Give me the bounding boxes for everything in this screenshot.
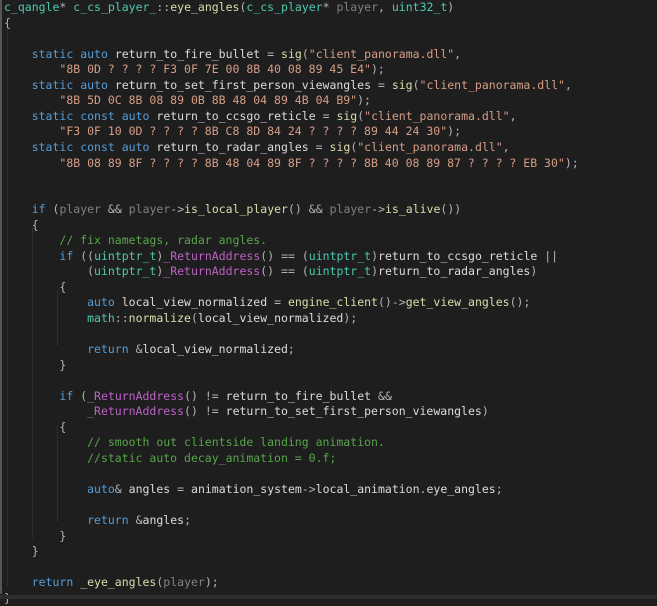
code-line[interactable]: } [4,529,66,544]
code-line[interactable]: if ((uintptr_t)_ReturnAddress() == (uint… [4,249,558,264]
horizontal-scrollbar[interactable] [0,595,657,599]
code-line[interactable]: } [4,544,39,559]
code-line[interactable]: (uintptr_t)_ReturnAddress() == (uintptr_… [4,264,537,279]
code-line[interactable]: // smooth out clientside landing animati… [4,435,385,450]
code-line[interactable]: static const auto return_to_ccsgo_reticl… [4,109,517,124]
code-line[interactable]: { [4,16,11,31]
code-line[interactable]: return _eye_angles(player); [4,575,219,590]
code-line[interactable]: if (_ReturnAddress() != return_to_fire_b… [4,389,391,404]
code-line[interactable]: { [4,218,39,233]
code-line[interactable]: "8B 08 89 8F ? ? ? ? 8B 48 04 89 8F ? ? … [4,156,578,171]
code-line[interactable]: "F3 0F 10 0D ? ? ? ? 8B C8 8D 84 24 ? ? … [4,124,461,139]
code-line[interactable]: "8B 0D ? ? ? ? F3 0F 7E 00 8B 40 08 89 4… [4,62,384,77]
code-line[interactable]: auto local_view_normalized = engine_clie… [4,295,530,310]
code-line[interactable]: //static auto decay_animation = 0.f; [4,451,336,466]
code-line[interactable]: static auto return_to_fire_bullet = sig(… [4,47,461,62]
code-line[interactable]: return &local_view_normalized; [4,342,295,357]
code-line[interactable]: "8B 5D 0C 8B 08 89 0B 8B 48 04 89 4B 04 … [4,93,371,108]
fold-marker [0,0,2,14]
code-line[interactable]: if (player && player->is_local_player() … [4,202,462,217]
code-line[interactable]: { [4,420,66,435]
code-line[interactable]: c_qangle* c_cs_player_::eye_angles(c_cs_… [4,0,454,15]
code-line[interactable]: math::normalize(local_view_normalized); [4,311,357,326]
code-line[interactable]: static const auto return_to_radar_angles… [4,140,510,155]
code-line[interactable]: _ReturnAddress() != return_to_set_first_… [4,404,489,419]
code-line[interactable]: { [4,280,66,295]
code-line[interactable]: } [4,358,66,373]
code-line[interactable]: auto& angles = animation_system->local_a… [4,482,503,497]
code-line[interactable]: static auto return_to_set_first_person_v… [4,78,572,93]
code-line[interactable]: return &angles; [4,513,191,528]
code-editor[interactable]: c_qangle* c_cs_player_::eye_angles(c_cs_… [0,0,657,605]
code-line[interactable]: // fix nametags, radar angles. [4,233,267,248]
fold-marker [0,14,2,594]
